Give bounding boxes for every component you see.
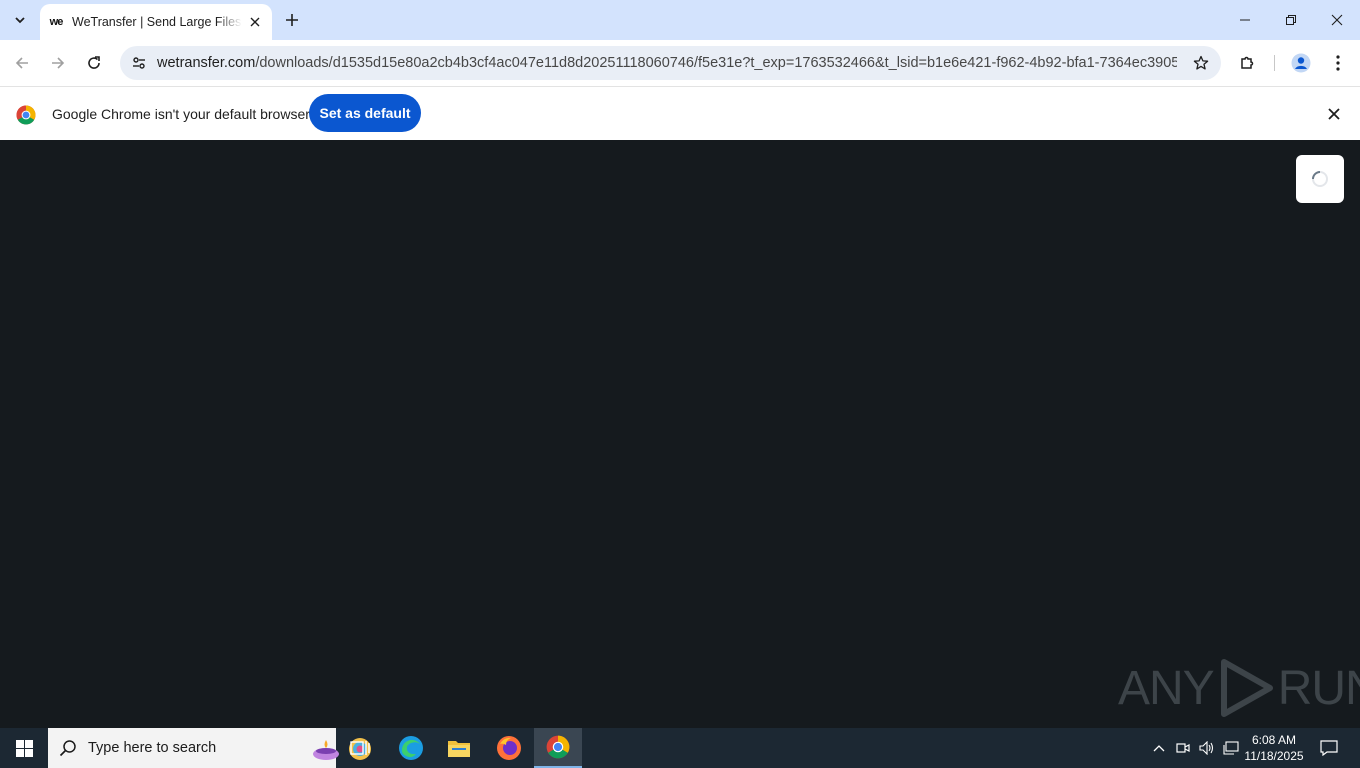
plus-icon — [286, 14, 298, 26]
folder-icon — [448, 741, 470, 757]
extensions-button[interactable] — [1232, 47, 1264, 79]
minimize-icon — [1240, 19, 1250, 21]
reload-button[interactable] — [78, 47, 110, 79]
url-path: /downloads/d1535d15e80a2cb4b3cf4ac047e11… — [255, 55, 1177, 71]
menu-button[interactable] — [1322, 47, 1354, 79]
task-view-icon — [350, 741, 370, 755]
tab-title: WeTransfer | Send Large Files Fast — [72, 15, 242, 29]
profile-button[interactable] — [1285, 47, 1317, 79]
site-info-button[interactable] — [126, 50, 152, 76]
browser-toolbar: wetransfer.com/downloads/d1535d15e80a2cb… — [0, 40, 1360, 86]
star-icon — [1193, 55, 1209, 70]
chevron-up-icon — [1153, 745, 1165, 752]
windows-logo-icon — [15, 739, 33, 757]
taskbar-chrome[interactable] — [534, 728, 582, 768]
start-button[interactable] — [0, 728, 48, 768]
camera-icon — [1176, 743, 1190, 753]
infobar-message: Google Chrome isn't your default browser — [52, 106, 310, 122]
minimize-button[interactable] — [1222, 0, 1268, 40]
spinner-icon — [1312, 171, 1328, 187]
loading-indicator — [1296, 155, 1344, 203]
clock-date: 11/18/2025 — [1244, 749, 1304, 763]
firefox-icon — [497, 736, 521, 760]
kebab-menu-icon — [1336, 55, 1340, 71]
taskbar-edge[interactable] — [387, 728, 435, 768]
search-icon — [48, 728, 88, 768]
default-browser-infobar: Google Chrome isn't your default browser… — [0, 86, 1360, 140]
wetransfer-favicon-icon: we — [49, 16, 64, 28]
taskbar-firefox[interactable] — [485, 728, 533, 768]
watermark-run: RUN — [1277, 661, 1360, 715]
close-icon — [250, 17, 260, 27]
restore-button[interactable] — [1268, 0, 1314, 40]
new-tab-button[interactable] — [280, 8, 304, 32]
taskbar-clock[interactable]: 6:08 AM 11/18/2025 — [1242, 728, 1306, 768]
tab-wetransfer[interactable]: we WeTransfer | Send Large Files Fast — [40, 4, 272, 40]
tray-overflow-button[interactable] — [1148, 728, 1170, 768]
puzzle-icon — [1241, 56, 1254, 69]
reload-icon — [88, 56, 100, 69]
close-icon — [1331, 14, 1343, 26]
tune-icon — [133, 57, 145, 69]
forward-button[interactable] — [42, 47, 74, 79]
search-placeholder: Type here to search — [88, 740, 217, 756]
play-logo-icon — [1220, 659, 1273, 717]
taskbar-search[interactable]: Type here to search — [48, 728, 371, 768]
restore-icon — [1286, 15, 1296, 25]
back-button[interactable] — [6, 47, 38, 79]
notification-center-button[interactable] — [1312, 728, 1346, 768]
close-window-button[interactable] — [1314, 0, 1360, 40]
notification-icon — [1320, 740, 1338, 756]
bookmark-button[interactable] — [1189, 51, 1213, 75]
avatar-icon — [1291, 53, 1311, 73]
speaker-icon — [1199, 741, 1214, 755]
toolbar-divider — [1274, 55, 1275, 71]
arrow-left-icon — [15, 57, 28, 69]
network-icon — [1223, 741, 1239, 755]
edge-icon — [399, 736, 423, 760]
watermark-any: ANY — [1118, 661, 1215, 715]
page-content: ANY RUN — [0, 140, 1360, 728]
tray-volume-button[interactable] — [1196, 728, 1218, 768]
tab-search-button[interactable] — [6, 6, 34, 34]
url-host: wetransfer.com — [157, 55, 256, 71]
tab-strip: we WeTransfer | Send Large Files Fast — [0, 0, 1360, 40]
address-bar[interactable]: wetransfer.com/downloads/d1535d15e80a2cb… — [120, 46, 1221, 80]
chrome-icon — [546, 735, 570, 759]
task-view-button[interactable] — [336, 728, 384, 768]
tray-meet-button[interactable] — [1172, 728, 1194, 768]
url-text[interactable]: wetransfer.com/downloads/d1535d15e80a2cb… — [157, 46, 1177, 80]
arrow-right-icon — [52, 57, 65, 69]
anyrun-watermark: ANY RUN — [1118, 656, 1360, 720]
chrome-logo-icon — [16, 105, 36, 125]
clock-time: 6:08 AM — [1251, 733, 1297, 747]
infobar-close-button[interactable] — [1324, 104, 1344, 124]
windows-taskbar: Type here to search 6:08 AM 11/18/2025 — [0, 728, 1360, 768]
set-as-default-button[interactable]: Set as default — [309, 94, 421, 132]
tray-network-button[interactable] — [1220, 728, 1242, 768]
close-icon — [1328, 108, 1340, 120]
chevron-down-icon — [15, 17, 25, 24]
tab-close-button[interactable] — [246, 13, 264, 31]
taskbar-file-explorer[interactable] — [435, 728, 483, 768]
